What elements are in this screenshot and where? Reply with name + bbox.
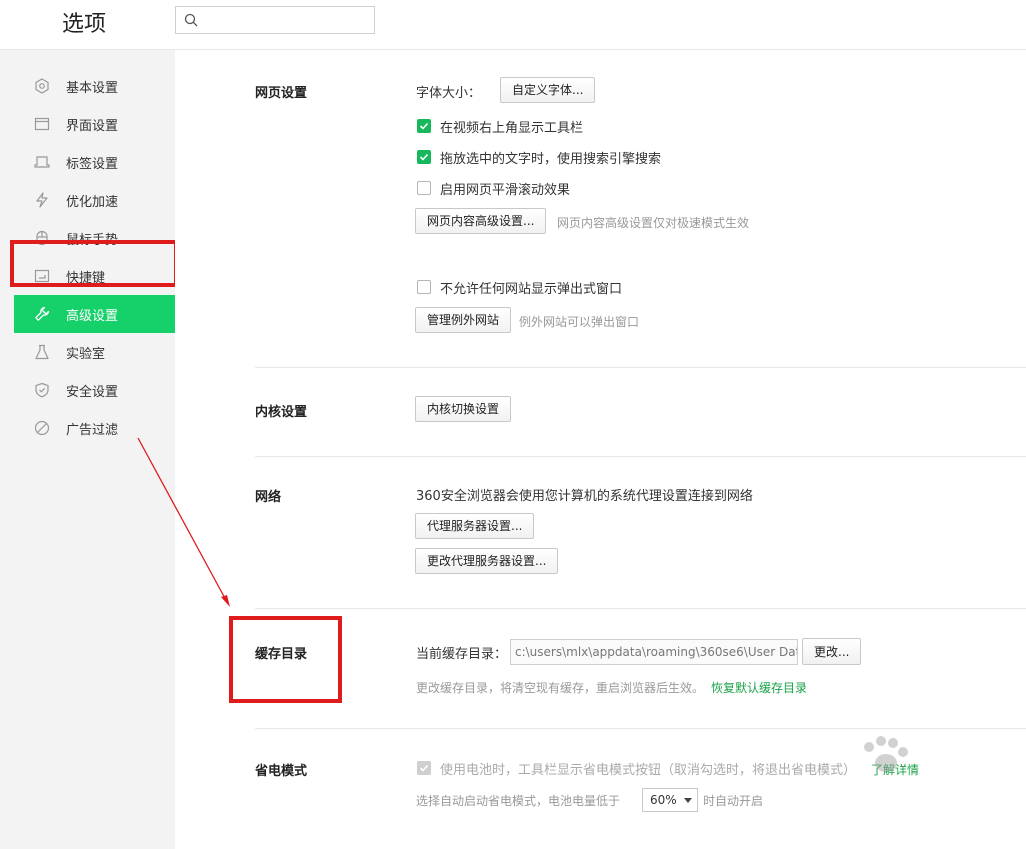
- page-title: 选项: [62, 12, 107, 37]
- sidebar-item-adblock[interactable]: 广告过滤: [14, 409, 175, 447]
- mouse-icon: [33, 229, 51, 247]
- sidebar-item-mouse-gesture[interactable]: 鼠标手势: [14, 219, 175, 257]
- flask-icon: [33, 343, 51, 361]
- cache-path-field[interactable]: c:\users\mlx\appdata\roaming\360se6\User…: [510, 639, 798, 665]
- sidebar-item-basic[interactable]: 基本设置: [14, 67, 175, 105]
- sidebar-item-lab[interactable]: 实验室: [14, 333, 175, 371]
- shield-icon: [33, 381, 51, 399]
- battery-toolbar-option[interactable]: 使用电池时，工具栏显示省电模式按钮（取消勾选时，将退出省电模式）: [417, 759, 857, 778]
- keyboard-shortcut-icon: [33, 267, 51, 285]
- auto-power-suffix: 时自动开启: [703, 794, 764, 808]
- option-label: 拖放选中的文字时，使用搜索引擎搜索: [440, 151, 662, 167]
- sidebar-item-label: 实验室: [66, 346, 106, 362]
- sidebar-item-label: 快捷键: [66, 270, 106, 286]
- option-label: 在视频右上角显示工具栏: [440, 120, 584, 136]
- sidebar-item-speedup[interactable]: 优化加速: [14, 181, 175, 219]
- gear-outline-icon: [33, 77, 51, 95]
- sidebar-item-label: 标签设置: [66, 156, 119, 172]
- smooth-scroll-option[interactable]: 启用网页平滑滚动效果: [417, 179, 571, 198]
- sidebar-item-shortcuts[interactable]: 快捷键: [14, 257, 175, 295]
- auto-power-prefix: 选择自动启动省电模式，电池电量低于: [416, 794, 621, 808]
- search-box[interactable]: [175, 6, 375, 34]
- section-title-webpage: 网页设置: [255, 86, 308, 101]
- sidebar-item-label: 安全设置: [66, 384, 119, 400]
- sidebar-item-interface[interactable]: 界面设置: [14, 105, 175, 143]
- advanced-content-settings-button[interactable]: 网页内容高级设置...: [415, 208, 547, 234]
- checkbox-checked-disabled[interactable]: [417, 761, 431, 775]
- sidebar-item-label: 界面设置: [66, 118, 119, 134]
- sidebar-item-label: 高级设置: [66, 308, 119, 324]
- sidebar-item-label: 鼠标手势: [66, 232, 119, 248]
- chevron-down-icon: [684, 798, 692, 803]
- sidebar-item-label: 优化加速: [66, 194, 119, 210]
- sidebar-item-advanced[interactable]: 高级设置: [14, 295, 175, 333]
- battery-level-select[interactable]: 60%: [642, 788, 698, 812]
- block-icon: [33, 419, 51, 437]
- battery-level-value: 60%: [650, 793, 677, 807]
- learn-more-link[interactable]: 了解详情: [871, 761, 919, 778]
- section-divider: [255, 728, 1026, 729]
- search-icon: [184, 13, 198, 27]
- section-title-cache: 缓存目录: [255, 647, 308, 662]
- section-divider: [255, 608, 1026, 609]
- restore-cache-link[interactable]: 恢复默认缓存目录: [711, 679, 807, 696]
- show-toolbar-option[interactable]: 在视频右上角显示工具栏: [417, 117, 584, 136]
- change-cache-button[interactable]: 更改...: [802, 638, 862, 665]
- wrench-icon: [33, 305, 51, 323]
- option-label: 不允许任何网站显示弹出式窗口: [440, 281, 623, 297]
- checkbox-unchecked[interactable]: [417, 280, 431, 294]
- change-proxy-button[interactable]: 更改代理服务器设置...: [415, 548, 559, 574]
- exceptions-hint: 例外网站可以弹出窗口: [519, 315, 640, 329]
- manage-exceptions-button[interactable]: 管理例外网站: [415, 307, 512, 333]
- advanced-content-hint: 网页内容高级设置仅对极速模式生效: [557, 216, 750, 230]
- proxy-settings-button[interactable]: 代理服务器设置...: [415, 513, 535, 539]
- tab-icon: [33, 153, 51, 171]
- sidebar: 基本设置 界面设置 标签设置 优化加速 鼠标手势 快捷键 高级设置 实验室 安全…: [0, 50, 175, 849]
- cache-current-label: 当前缓存目录：: [416, 647, 508, 662]
- section-divider: [255, 456, 1026, 457]
- section-title-kernel: 内核设置: [255, 405, 308, 420]
- cache-hint: 更改缓存目录，将清空现有缓存，重启浏览器后生效。: [416, 681, 705, 695]
- checkbox-unchecked[interactable]: [417, 181, 431, 195]
- main-content: 网页设置 字体大小： 自定义字体... 在视频右上角显示工具栏 拖放选中的文字时…: [175, 50, 1026, 849]
- section-divider: [255, 367, 1026, 368]
- window-icon: [33, 115, 51, 133]
- checkbox-checked[interactable]: [417, 150, 431, 164]
- sidebar-item-security[interactable]: 安全设置: [14, 371, 175, 409]
- option-label: 启用网页平滑滚动效果: [440, 182, 571, 198]
- checkbox-checked[interactable]: [417, 119, 431, 133]
- section-title-network: 网络: [255, 490, 282, 505]
- header-bar: 选项: [0, 0, 1026, 50]
- network-description: 360安全浏览器会使用您计算机的系统代理设置连接到网络: [416, 489, 753, 504]
- custom-font-button[interactable]: 自定义字体...: [500, 77, 596, 103]
- sidebar-item-label: 广告过滤: [66, 422, 119, 438]
- kernel-switch-button[interactable]: 内核切换设置: [415, 396, 512, 422]
- section-title-power: 省电模式: [255, 764, 308, 779]
- search-input[interactable]: [204, 9, 369, 31]
- block-popups-option[interactable]: 不允许任何网站显示弹出式窗口: [417, 278, 623, 297]
- sidebar-item-tabs[interactable]: 标签设置: [14, 143, 175, 181]
- option-label: 使用电池时，工具栏显示省电模式按钮（取消勾选时，将退出省电模式）: [440, 762, 857, 778]
- font-size-label: 字体大小：: [416, 86, 482, 101]
- drag-search-option[interactable]: 拖放选中的文字时，使用搜索引擎搜索: [417, 148, 662, 167]
- lightning-icon: [33, 191, 51, 209]
- sidebar-item-label: 基本设置: [66, 80, 119, 96]
